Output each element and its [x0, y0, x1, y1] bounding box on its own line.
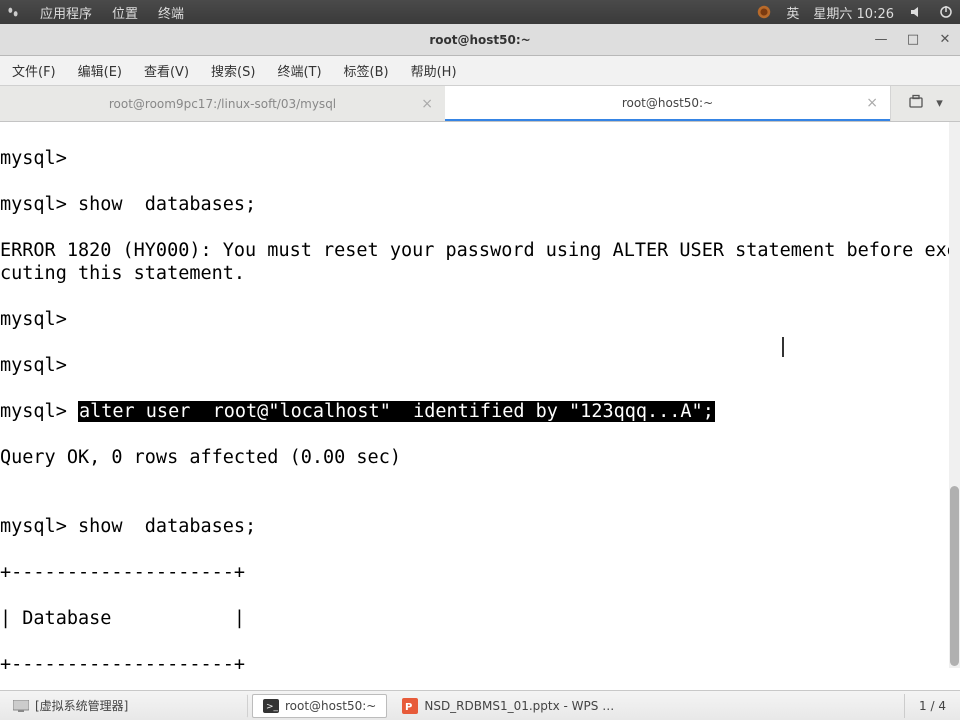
workspace-pager[interactable]: 1 / 4	[904, 694, 960, 718]
highlighted-command: alter user root@"localhost" identified b…	[78, 401, 715, 422]
minimize-button[interactable]: —	[872, 31, 890, 49]
menu-places[interactable]: 位置	[112, 3, 138, 22]
terminal-tab-2[interactable]: root@host50:~ ×	[445, 86, 890, 121]
terminal-line: mysql>	[0, 308, 960, 331]
bottom-panel: [虚拟系统管理器] >_ root@host50:~ P NSD_RDBMS1_…	[0, 690, 960, 720]
task-wps[interactable]: P NSD_RDBMS1_01.pptx - WPS 演示	[391, 694, 631, 718]
task-label: root@host50:~	[285, 699, 376, 713]
menu-help[interactable]: 帮助(H)	[403, 57, 465, 84]
menu-terminal[interactable]: 终端(T)	[269, 57, 329, 84]
tab-menu-icon[interactable]: ▾	[936, 96, 943, 111]
menu-tabs[interactable]: 标签(B)	[336, 57, 397, 84]
volume-icon[interactable]	[908, 4, 924, 20]
task-label: [虚拟系统管理器]	[35, 697, 128, 714]
tab-label: root@host50:~	[622, 96, 713, 110]
terminal-line: mysql>	[0, 354, 960, 377]
terminal-scrollbar[interactable]	[949, 122, 960, 668]
power-icon[interactable]	[938, 4, 954, 20]
input-method-indicator[interactable]: 英	[786, 3, 799, 22]
activities-icon[interactable]	[6, 5, 20, 19]
task-terminal[interactable]: >_ root@host50:~	[252, 694, 387, 718]
terminal-line: ERROR 1820 (HY000): You must reset your …	[0, 239, 960, 285]
maximize-button[interactable]: □	[904, 31, 922, 49]
svg-text:P: P	[405, 702, 412, 713]
terminal-line: mysql> show databases;	[0, 515, 960, 538]
menu-terminal[interactable]: 终端	[158, 3, 184, 22]
wps-icon: P	[402, 698, 418, 714]
terminal-line: mysql>	[0, 147, 960, 170]
new-tab-icon[interactable]	[908, 94, 924, 114]
terminal-line: +--------------------+	[0, 653, 960, 670]
scrollbar-thumb[interactable]	[950, 486, 959, 666]
terminal-line: mysql> show databases;	[0, 193, 960, 216]
window-title: root@host50:~	[429, 33, 530, 47]
menu-edit[interactable]: 编辑(E)	[70, 57, 130, 84]
menu-applications[interactable]: 应用程序	[40, 3, 92, 22]
menubar: 文件(F) 编辑(E) 查看(V) 搜索(S) 终端(T) 标签(B) 帮助(H…	[0, 56, 960, 86]
terminal-line: mysql> alter user root@"localhost" ident…	[0, 400, 960, 423]
task-label: NSD_RDBMS1_01.pptx - WPS 演示	[424, 697, 620, 714]
menu-file[interactable]: 文件(F)	[4, 57, 64, 84]
tabbar: root@room9pc17:/linux-soft/03/mysql × ro…	[0, 86, 960, 122]
clock[interactable]: 星期六 10:26	[813, 3, 894, 22]
close-button[interactable]: ✕	[936, 31, 954, 49]
terminal-line: Query OK, 0 rows affected (0.00 sec)	[0, 446, 960, 469]
top-panel: 应用程序 位置 终端 英 星期六 10:26	[0, 0, 960, 24]
menu-search[interactable]: 搜索(S)	[203, 57, 263, 84]
terminal-line: +--------------------+	[0, 561, 960, 584]
vm-icon	[13, 698, 29, 714]
tab-close-icon[interactable]: ×	[421, 96, 433, 112]
terminal-tab-1[interactable]: root@room9pc17:/linux-soft/03/mysql ×	[0, 86, 445, 121]
menu-view[interactable]: 查看(V)	[136, 57, 197, 84]
window-titlebar: root@host50:~ — □ ✕	[0, 24, 960, 56]
battery-icon[interactable]	[756, 4, 772, 20]
task-vm-manager[interactable]: [虚拟系统管理器]	[2, 694, 248, 718]
tab-close-icon[interactable]: ×	[866, 95, 878, 111]
terminal-icon: >_	[263, 698, 279, 714]
terminal-output[interactable]: mysql> mysql> show databases; ERROR 1820…	[0, 122, 960, 670]
pager-label: 1 / 4	[919, 699, 946, 713]
mouse-text-cursor	[782, 337, 784, 357]
terminal-line: | Database |	[0, 607, 960, 630]
tab-label: root@room9pc17:/linux-soft/03/mysql	[109, 97, 336, 111]
svg-text:>_: >_	[266, 702, 279, 712]
